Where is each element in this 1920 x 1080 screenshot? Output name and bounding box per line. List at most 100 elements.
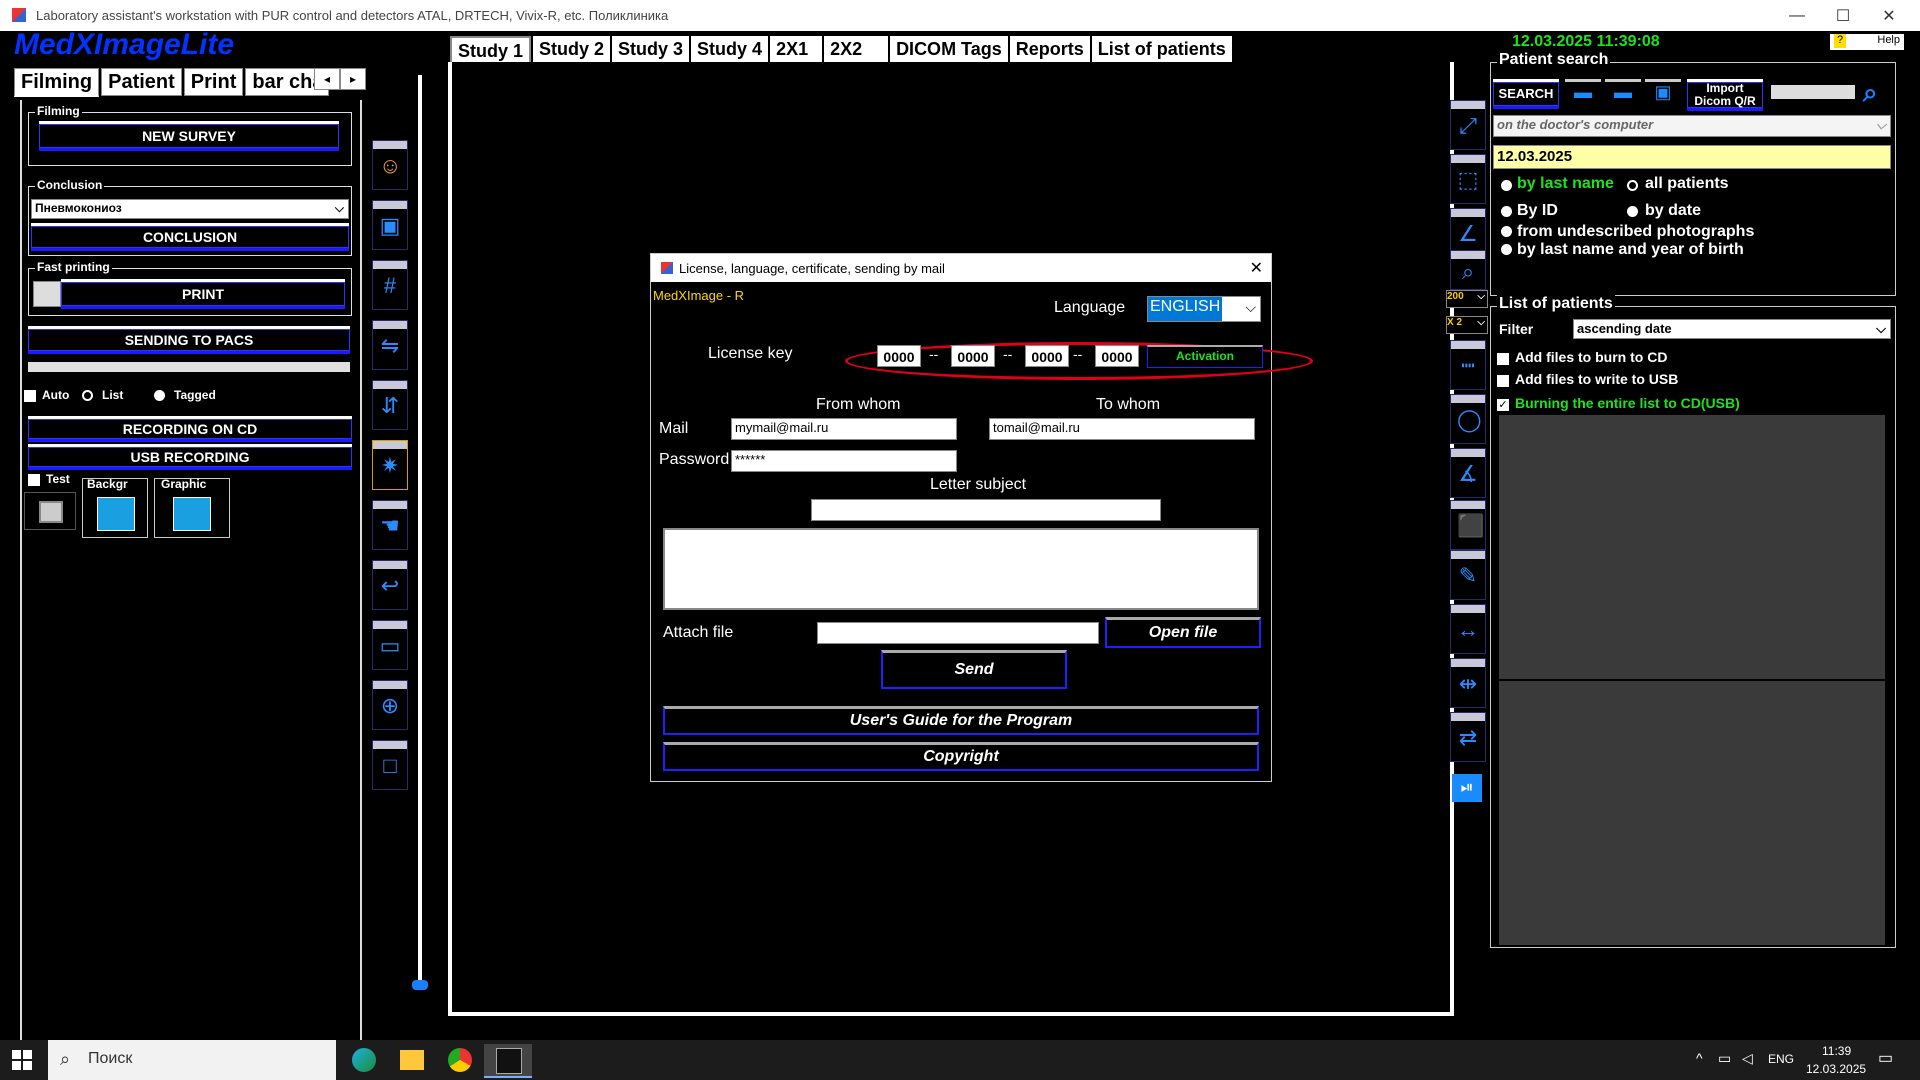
copyright-button[interactable]: Copyright <box>663 742 1259 771</box>
monitor-icon[interactable]: ▭ <box>372 620 408 670</box>
language-select[interactable]: ENGLISH ⌵ <box>1147 296 1261 322</box>
body-icon[interactable]: ☺ <box>372 140 408 190</box>
flip-vertical-icon[interactable]: ⇵ <box>372 380 408 430</box>
burn-all-checkbox[interactable]: ✓ <box>1497 399 1509 411</box>
mail-to-field[interactable]: tomail@mail.ru <box>989 418 1255 440</box>
taskbar-search[interactable]: ⌕ Поиск <box>48 1040 336 1080</box>
search-query-field[interactable] <box>1771 85 1855 99</box>
rectangle-icon[interactable]: □ <box>372 740 408 790</box>
network-icon[interactable]: ▭ <box>1718 1050 1731 1067</box>
search-icon[interactable]: ⌕ <box>1863 77 1878 109</box>
hand-pan-icon[interactable]: ☚ <box>372 500 408 550</box>
tab-scroll-right-icon[interactable]: ▸ <box>340 68 366 90</box>
license-key-part-4[interactable]: 0000 <box>1095 345 1139 367</box>
zoom-multiplier-field[interactable]: X 2 ⌵ <box>1446 316 1488 334</box>
tab-reports[interactable]: Reports <box>1009 36 1090 62</box>
tab-list-of-patients[interactable]: List of patients <box>1091 36 1232 62</box>
undescribed-radio[interactable] <box>1501 226 1512 237</box>
by-last-name-radio[interactable] <box>1501 180 1512 191</box>
mail-from-field[interactable]: mymail@mail.ru <box>731 418 957 440</box>
sending-to-pacs-button[interactable]: SENDING TO PACS <box>28 326 350 354</box>
tab-dicom-tags[interactable]: DICOM Tags <box>890 36 1008 62</box>
license-key-part-1[interactable]: 0000 <box>877 345 921 367</box>
user-guide-button[interactable]: User's Guide for the Program <box>663 706 1259 735</box>
magnifier-icon[interactable]: ⌕ <box>1450 250 1486 290</box>
password-field[interactable]: ****** <box>731 450 957 472</box>
selection-icon[interactable]: ⬚ <box>1450 154 1486 204</box>
zoom-level-field[interactable]: 200 ⌵ <box>1446 290 1488 308</box>
minimize-button[interactable]: — <box>1774 0 1820 31</box>
tab-study-1[interactable]: Study 1 <box>450 36 532 64</box>
undo-icon[interactable]: ↩ <box>372 560 408 610</box>
license-key-part-3[interactable]: 0000 <box>1025 345 1069 367</box>
activation-button[interactable]: Activation <box>1147 345 1263 368</box>
edge-browser-icon[interactable] <box>340 1044 388 1076</box>
tab-study-2[interactable]: Study 2 <box>533 36 611 62</box>
polygon-icon[interactable]: ⬛ <box>1450 500 1486 550</box>
frame-slider-thumb[interactable] <box>412 980 428 990</box>
angle-measure-icon[interactable]: ∡ <box>1450 448 1486 498</box>
tab-study-4[interactable]: Study 4 <box>691 36 769 62</box>
auto-checkbox[interactable] <box>24 390 36 402</box>
language-indicator[interactable]: ENG <box>1768 1052 1794 1066</box>
search-button[interactable]: SEARCH <box>1493 79 1559 109</box>
fit-screen-icon[interactable]: ⤢ <box>1450 100 1486 150</box>
import-dicom-button[interactable]: Import Dicom Q/R <box>1687 79 1763 111</box>
frame-slider-track[interactable] <box>418 75 422 985</box>
windows-start-icon[interactable] <box>12 1050 32 1070</box>
save-icon[interactable]: ▣ <box>1645 79 1681 110</box>
notifications-icon[interactable]: ▭ <box>1878 1048 1893 1068</box>
tab-study-3[interactable]: Study 3 <box>612 36 690 62</box>
pencil-icon[interactable]: ✎ <box>1450 550 1486 600</box>
tagged-radio[interactable] <box>154 390 165 401</box>
add-cd-checkbox[interactable] <box>1497 353 1509 365</box>
add-usb-checkbox[interactable] <box>1497 375 1509 387</box>
filter-select[interactable]: ascending date ⌵ <box>1573 319 1891 339</box>
folder-icon[interactable]: ▬ <box>1605 79 1641 110</box>
patient-list-area[interactable] <box>1499 415 1885 679</box>
name-year-radio[interactable] <box>1501 244 1512 255</box>
tray-chevron-icon[interactable]: ^ <box>1696 1050 1703 1066</box>
letter-subject-field[interactable] <box>811 499 1161 521</box>
tab-scroll-left-icon[interactable]: ◂ <box>314 68 340 90</box>
print-button[interactable]: PRINT <box>61 279 345 309</box>
volume-icon[interactable]: ◁ <box>1742 1050 1753 1067</box>
by-id-radio[interactable] <box>1501 206 1512 217</box>
ruler-icon[interactable]: ┉ <box>1450 340 1486 390</box>
dialog-close-icon[interactable]: ✕ <box>1250 258 1263 278</box>
list-radio[interactable] <box>82 390 93 401</box>
medximage-app-icon[interactable] <box>484 1044 532 1078</box>
graphic-picker[interactable]: Graphic <box>154 477 230 538</box>
license-key-part-2[interactable]: 0000 <box>951 345 995 367</box>
tab-2x2[interactable]: 2X2 <box>824 36 889 62</box>
file-explorer-icon[interactable] <box>388 1044 436 1076</box>
play-pause-icon[interactable]: ⏯ <box>1452 774 1482 802</box>
send-button[interactable]: Send <box>881 650 1067 689</box>
help-button[interactable]: ? Help <box>1830 34 1904 50</box>
tab-filming[interactable]: Filming <box>14 68 100 97</box>
tab-patient[interactable]: Patient <box>101 68 182 96</box>
ellipse-icon[interactable]: ◯ <box>1450 394 1486 444</box>
recording-on-cd-button[interactable]: RECORDING ON CD <box>28 416 352 442</box>
conclusion-button[interactable]: CONCLUSION <box>31 223 349 251</box>
spread-arrows-icon[interactable]: ⇹ <box>1450 658 1486 708</box>
swap-arrows-icon[interactable]: ⇄ <box>1450 712 1486 762</box>
attach-file-field[interactable] <box>817 622 1099 644</box>
by-date-radio[interactable] <box>1627 206 1638 217</box>
all-patients-radio[interactable] <box>1627 180 1638 191</box>
crop-frame-icon[interactable]: ▣ <box>372 200 408 250</box>
close-button[interactable]: ✕ <box>1866 0 1912 31</box>
maximize-button[interactable]: ☐ <box>1820 0 1866 31</box>
layout-icon[interactable] <box>24 492 76 530</box>
grid-icon[interactable]: # <box>372 260 408 310</box>
location-select[interactable]: on the doctor's computer ⌵ <box>1493 115 1891 137</box>
background-picker[interactable]: Backgr <box>82 477 148 538</box>
new-survey-button[interactable]: NEW SURVEY <box>39 121 339 151</box>
horizontal-arrows-icon[interactable]: ↔ <box>1450 604 1486 654</box>
tab-2x1[interactable]: 2X1 <box>770 36 823 62</box>
open-file-button[interactable]: Open file <box>1105 617 1261 648</box>
conclusion-select[interactable]: Пневмокониоз ⌵ <box>31 199 349 219</box>
letter-body-textarea[interactable] <box>663 528 1259 610</box>
flip-horizontal-icon[interactable]: ⇋ <box>372 320 408 370</box>
date-field[interactable]: 12.03.2025 <box>1493 145 1891 169</box>
